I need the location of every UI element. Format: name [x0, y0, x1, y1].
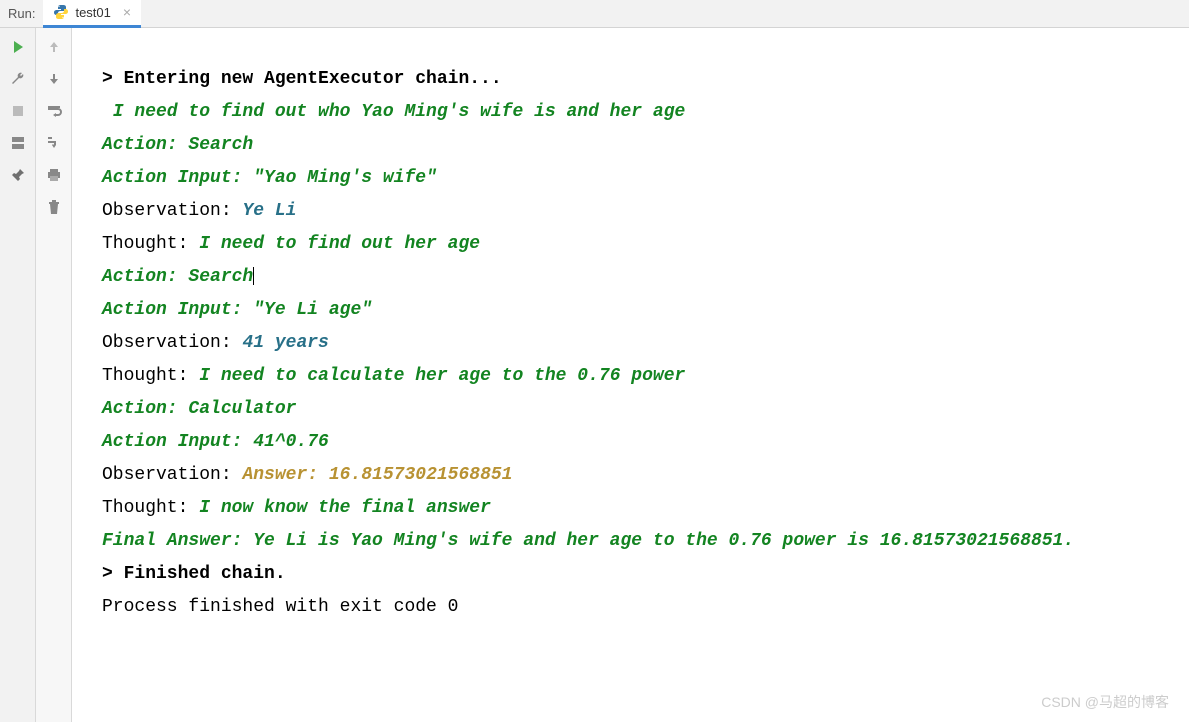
console-line: Final Answer: Ye Li is Yao Ming's wife a… — [102, 525, 1169, 558]
console-line: Process finished with exit code 0 — [102, 591, 1169, 624]
console-line: Action: Search — [102, 129, 1169, 162]
trash-icon[interactable] — [45, 198, 63, 216]
run-label: Run: — [0, 6, 43, 21]
console-segment: Action: Search — [102, 135, 253, 155]
console-segment: Action Input: "Ye Li age" — [102, 300, 372, 320]
console-output[interactable]: > Entering new AgentExecutor chain... I … — [72, 28, 1189, 722]
console-line: Action Input: 41^0.76 — [102, 426, 1169, 459]
console-segment: Action: Calculator — [102, 399, 296, 419]
console-segment: Observation: — [102, 333, 242, 353]
pin-icon[interactable] — [9, 166, 27, 184]
left-toolbar — [0, 28, 36, 722]
console-line: > Finished chain. — [102, 558, 1169, 591]
tab-name: test01 — [75, 5, 110, 20]
stop-icon[interactable] — [9, 102, 27, 120]
console-segment: I now know the final answer — [188, 498, 490, 518]
console-segment: Process finished with exit code 0 — [102, 597, 458, 617]
down-arrow-icon[interactable] — [45, 70, 63, 88]
console-segment: Thought: — [102, 498, 188, 518]
console-segment: I need to calculate her age to the 0.76 … — [188, 366, 685, 386]
console-line: Observation: Answer: 16.81573021568851 — [102, 459, 1169, 492]
console-segment: Ye Li — [242, 201, 296, 221]
console-line: Action: Search — [102, 261, 1169, 294]
run-header: Run: test01 × — [0, 0, 1189, 28]
main-area: > Entering new AgentExecutor chain... I … — [0, 28, 1189, 722]
console-line: Thought: I now know the final answer — [102, 492, 1169, 525]
scroll-icon[interactable] — [45, 134, 63, 152]
console-segment: Observation: — [102, 465, 242, 485]
console-segment: I need to find out who Yao Ming's wife i… — [102, 102, 685, 122]
console-line: I need to find out who Yao Ming's wife i… — [102, 96, 1169, 129]
up-arrow-icon[interactable] — [45, 38, 63, 56]
console-line: Observation: Ye Li — [102, 195, 1169, 228]
close-icon[interactable]: × — [117, 4, 131, 20]
text-cursor — [253, 267, 254, 285]
console-segment: Thought: — [102, 366, 188, 386]
run-tab[interactable]: test01 × — [43, 0, 141, 28]
console-segment: I need to find out her age — [188, 234, 480, 254]
console-segment: Action Input: 41^0.76 — [102, 432, 329, 452]
console-segment: 41 years — [242, 333, 328, 353]
console-segment: Action: Search — [102, 267, 253, 287]
console-segment: Action Input: "Yao Ming's wife" — [102, 168, 437, 188]
console-segment: > Finished chain. — [102, 564, 286, 584]
console-line: Action Input: "Yao Ming's wife" — [102, 162, 1169, 195]
second-toolbar — [36, 28, 72, 722]
console-line: Action Input: "Ye Li age" — [102, 294, 1169, 327]
console-line: Action: Calculator — [102, 393, 1169, 426]
console-segment: > Entering new AgentExecutor chain... — [102, 69, 502, 89]
run-icon[interactable] — [9, 38, 27, 56]
wrench-icon[interactable] — [9, 70, 27, 88]
console-segment: Observation: — [102, 201, 242, 221]
console-segment: Thought: — [102, 234, 188, 254]
print-icon[interactable] — [45, 166, 63, 184]
wrap-icon[interactable] — [45, 102, 63, 120]
console-line: Thought: I need to calculate her age to … — [102, 360, 1169, 393]
console-segment: Final Answer: Ye Li is Yao Ming's wife a… — [102, 531, 1074, 551]
layout-icon[interactable] — [9, 134, 27, 152]
console-line: > Entering new AgentExecutor chain... — [102, 63, 1169, 96]
console-line: Observation: 41 years — [102, 327, 1169, 360]
console-segment: Answer: 16.81573021568851 — [242, 465, 512, 485]
python-icon — [53, 4, 69, 20]
console-line: Thought: I need to find out her age — [102, 228, 1169, 261]
